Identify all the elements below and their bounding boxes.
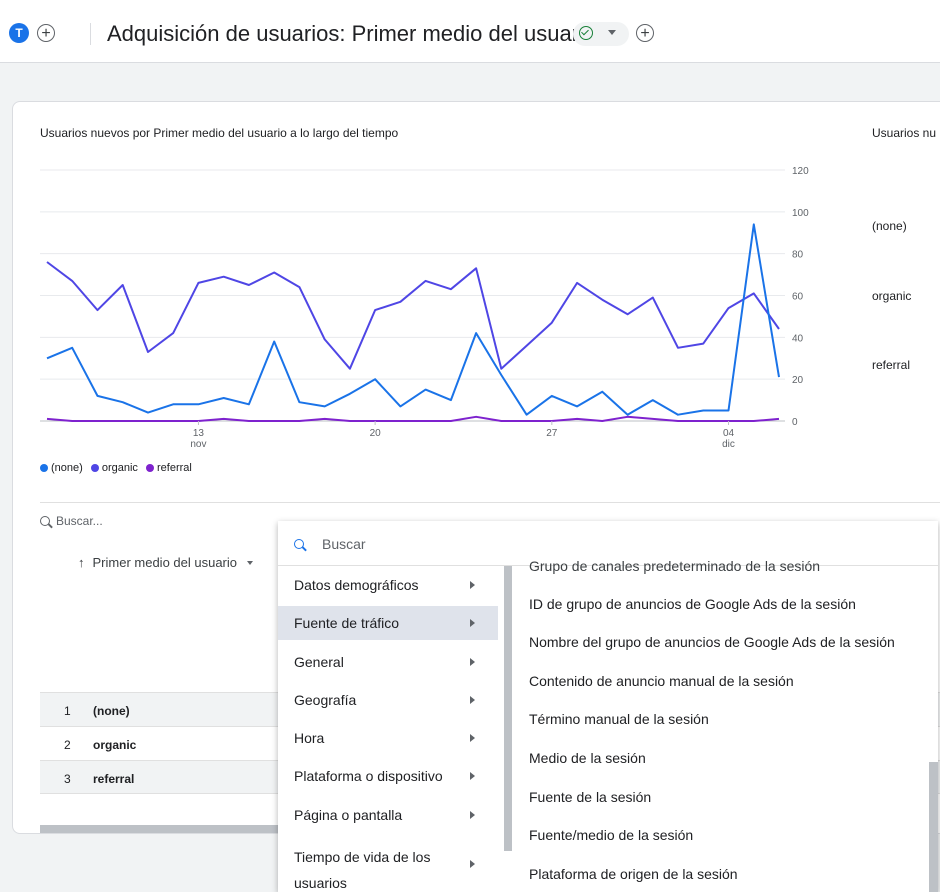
side-label-organic: organic xyxy=(872,289,912,303)
divider xyxy=(90,23,91,45)
category-tiempo-de-vida[interactable]: Tiempo de vida de los usuarios xyxy=(278,837,498,892)
submenu-item[interactable]: Fuente de la sesión xyxy=(529,789,651,805)
chevron-right-icon xyxy=(470,696,475,704)
search-icon xyxy=(40,516,50,526)
row-number: 2 xyxy=(64,738,71,752)
page-title: Adquisición de usuarios: Primer medio de… xyxy=(107,21,597,46)
legend-item-referral[interactable]: referral xyxy=(146,462,192,474)
side-label-referral: referral xyxy=(872,358,911,372)
submenu-item[interactable]: Plataforma de origen de la sesión xyxy=(529,866,738,882)
side-label-none: (none) xyxy=(872,219,907,233)
legend-label: referral xyxy=(157,462,192,474)
row-label: referral xyxy=(93,772,135,786)
category-scrollbar[interactable] xyxy=(504,566,512,851)
category-hora[interactable]: Hora xyxy=(278,721,498,755)
category-label: Tiempo de vida de los usuarios xyxy=(294,849,431,891)
table-search[interactable]: Buscar... xyxy=(40,514,103,528)
legend-dot-icon xyxy=(146,464,154,472)
row-label: (none) xyxy=(93,704,130,718)
chevron-right-icon xyxy=(470,734,475,742)
category-general[interactable]: General xyxy=(278,645,498,679)
row-number: 1 xyxy=(64,704,71,718)
chevron-right-icon xyxy=(470,658,475,666)
category-pagina-o-pantalla[interactable]: Página o pantalla xyxy=(278,798,498,832)
category-label: Geografía xyxy=(294,692,357,708)
legend-label: organic xyxy=(101,462,138,474)
chevron-right-icon xyxy=(470,811,475,819)
legend-dot-icon xyxy=(40,464,48,472)
chevron-right-icon xyxy=(470,772,475,780)
category-fuente-de-trafico[interactable]: Fuente de tráfico xyxy=(278,606,498,640)
search-icon xyxy=(294,539,304,549)
category-label: Hora xyxy=(294,730,325,746)
side-chart-title: Usuarios nu xyxy=(872,126,937,140)
row-label: organic xyxy=(93,738,137,752)
table-search-placeholder: Buscar... xyxy=(56,514,103,528)
category-datos-demograficos[interactable]: Datos demográficos xyxy=(278,568,498,602)
check-circle-icon xyxy=(579,26,593,40)
category-label: Fuente de tráfico xyxy=(294,615,400,631)
submenu-item-clipped[interactable]: Grupo de canales predeterminado de la se… xyxy=(529,558,820,574)
add-icon[interactable]: + xyxy=(37,24,55,42)
status-dropdown[interactable] xyxy=(573,22,629,46)
submenu-item[interactable]: Contenido de anuncio manual de la sesión xyxy=(529,673,794,689)
chevron-right-icon xyxy=(470,619,475,627)
sort-arrow-icon[interactable]: ↑ xyxy=(78,555,85,570)
divider xyxy=(40,502,940,503)
category-label: General xyxy=(294,654,344,670)
chevron-right-icon xyxy=(470,860,475,868)
submenu-item[interactable]: Nombre del grupo de anuncios de Google A… xyxy=(529,634,895,650)
submenu-item[interactable]: Fuente/medio de la sesión xyxy=(529,827,693,843)
category-label: Página o pantalla xyxy=(294,807,403,823)
legend-item-organic[interactable]: organic xyxy=(90,462,138,474)
menu-search-placeholder: Buscar xyxy=(322,536,366,552)
category-geografia[interactable]: Geografía xyxy=(278,683,498,717)
submenu-item[interactable]: Término manual de la sesión xyxy=(529,711,709,727)
legend-label: (none) xyxy=(51,462,83,474)
legend-dot-icon xyxy=(90,464,99,472)
row-number: 3 xyxy=(64,772,71,786)
dimension-picker-menu: Buscar Datos demográficos Fuente de tráf… xyxy=(278,521,938,892)
chevron-down-icon[interactable] xyxy=(247,561,254,565)
user-avatar[interactable]: T xyxy=(9,23,29,43)
submenu-scrollbar[interactable] xyxy=(929,762,938,892)
category-label: Datos demográficos xyxy=(294,577,419,593)
legend-item-none[interactable]: (none) xyxy=(40,462,83,474)
category-plataforma-o-dispositivo[interactable]: Plataforma o dispositivo xyxy=(278,759,498,793)
report-header: T + Adquisición de usuarios: Primer medi… xyxy=(0,0,940,63)
category-label: Plataforma o dispositivo xyxy=(294,768,443,784)
chevron-right-icon xyxy=(470,581,475,589)
chevron-down-icon xyxy=(608,30,616,35)
submenu-item[interactable]: Medio de la sesión xyxy=(529,750,646,766)
submenu-item[interactable]: ID de grupo de anuncios de Google Ads de… xyxy=(529,596,856,612)
chart-legend: (none) organic referral xyxy=(40,462,197,474)
add-comparison-button[interactable]: + xyxy=(636,24,654,42)
horizontal-scrollbar[interactable] xyxy=(40,825,280,833)
chart-title: Usuarios nuevos por Primer medio del usu… xyxy=(40,126,399,140)
dimension-header-label: Primer medio del usuario xyxy=(92,555,238,570)
dimension-header[interactable]: ↑ Primer medio del usuario xyxy=(78,555,254,570)
